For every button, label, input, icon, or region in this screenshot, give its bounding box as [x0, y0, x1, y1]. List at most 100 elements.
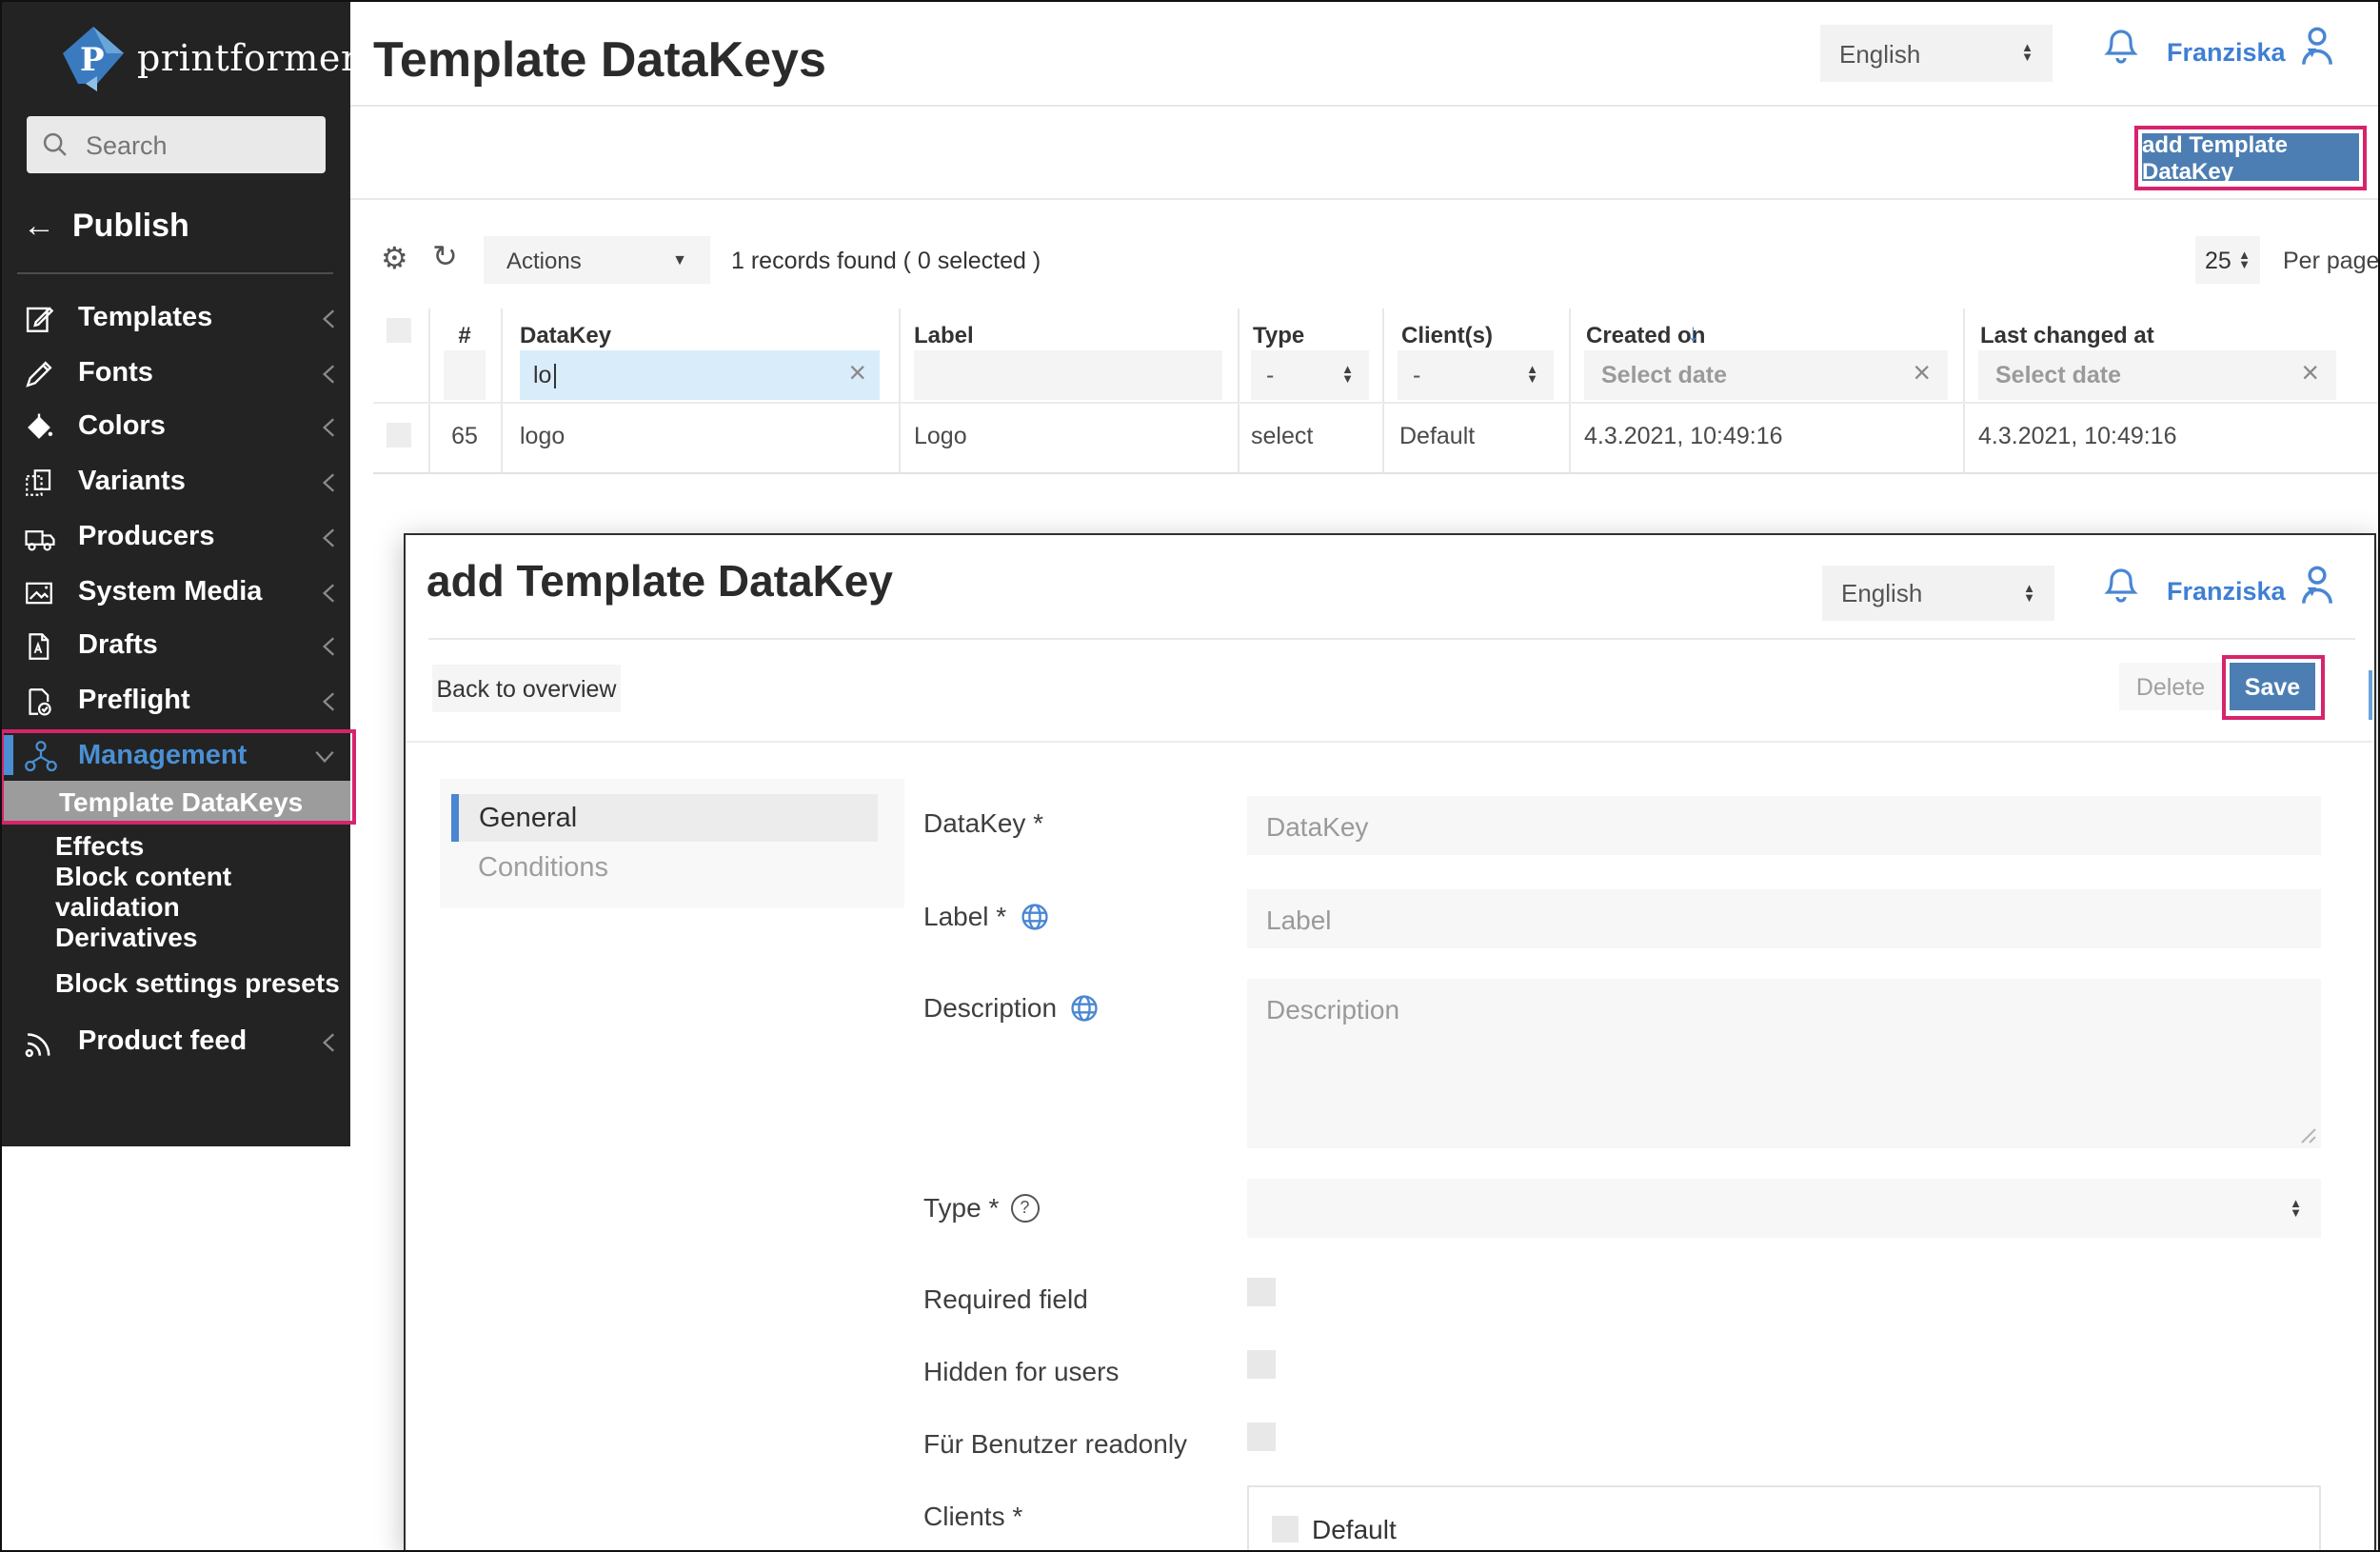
back-to-publish[interactable]: ← Publish — [23, 204, 189, 249]
sidebar-item-block-settings-presets[interactable]: Block settings presets — [55, 962, 340, 1004]
sidebar-subitem-label: Template DataKeys — [59, 781, 303, 823]
variants-icon — [23, 466, 78, 498]
clients-field-label: Clients * — [923, 1501, 1022, 1531]
required-checkbox[interactable] — [1247, 1278, 1276, 1306]
sidebar-item-fonts[interactable]: Fonts — [23, 350, 335, 396]
sidebar-divider — [17, 272, 333, 274]
printformer-logo-icon: P — [61, 25, 126, 93]
sidebar-item-variants[interactable]: Variants — [23, 459, 335, 505]
type-select[interactable]: ▲▼ — [1247, 1179, 2321, 1238]
row-checkbox[interactable] — [387, 423, 411, 448]
filter-num-input[interactable] — [444, 350, 486, 400]
sidebar-item-derivatives[interactable]: Derivatives — [55, 916, 197, 958]
language-value: English — [1839, 39, 1920, 68]
input-placeholder: DataKey — [1266, 810, 1368, 841]
row-divider — [373, 472, 2378, 474]
input-placeholder: Label — [1266, 904, 1332, 934]
sidebar-search[interactable] — [27, 116, 326, 173]
tab-conditions[interactable]: Conditions — [478, 853, 608, 884]
datakey-input[interactable]: DataKey — [1247, 796, 2321, 855]
search-input[interactable] — [82, 129, 299, 161]
search-icon — [42, 131, 69, 158]
sidebar-item-colors[interactable]: Colors — [23, 404, 335, 449]
chevron-left-icon — [322, 690, 335, 711]
filter-type-select[interactable]: - ▲▼ — [1251, 350, 1369, 400]
text-cursor — [553, 363, 555, 388]
logo[interactable]: P printformer — [61, 23, 359, 95]
sidebar-item-producers[interactable]: Producers — [23, 514, 335, 560]
back-to-overview-button[interactable]: Back to overview — [432, 665, 621, 712]
modal-notifications-bell-icon[interactable] — [2102, 566, 2140, 619]
records-found-text: 1 records found ( 0 selected ) — [731, 248, 1041, 274]
user-avatar-icon[interactable] — [2296, 23, 2338, 78]
chevron-left-icon — [322, 363, 335, 384]
help-icon[interactable]: ? — [1010, 1193, 1039, 1222]
client-default-checkbox[interactable] — [1272, 1516, 1299, 1542]
label-input[interactable]: Label — [1247, 889, 2321, 948]
filter-changed-date[interactable]: Select date × — [1978, 350, 2336, 400]
language-select[interactable]: English ▲▼ — [1820, 25, 2053, 82]
sidebar-item-label: Colors — [78, 411, 166, 442]
sidebar-item-label: Variants — [78, 467, 186, 497]
active-tab-bar — [451, 794, 458, 842]
readonly-field-label: Für Benutzer readonly — [923, 1428, 1187, 1459]
modal-user-avatar-icon[interactable] — [2296, 562, 2338, 617]
sidebar-item-system-media[interactable]: System Media — [23, 569, 335, 615]
readonly-checkbox[interactable] — [1247, 1423, 1276, 1451]
filter-datakey-input[interactable]: lo × — [520, 350, 880, 400]
section-divider — [350, 198, 2378, 200]
filter-clients-select[interactable]: - ▲▼ — [1398, 350, 1554, 400]
delete-button[interactable]: Delete — [2119, 663, 2222, 710]
add-template-datakey-button[interactable]: add Template DataKey — [2142, 133, 2359, 181]
sidebar-item-product-feed[interactable]: Product feed — [23, 1019, 335, 1065]
actions-dropdown[interactable]: Actions ▼ — [484, 236, 710, 284]
notifications-bell-icon[interactable] — [2102, 27, 2140, 80]
filter-label-input[interactable] — [914, 350, 1222, 400]
globe-icon — [1070, 993, 1099, 1022]
publish-label: Publish — [72, 208, 189, 246]
per-page-select[interactable]: 25 ▲▼ — [2195, 236, 2260, 284]
sort-down-icon[interactable]: ↓ — [1687, 318, 1699, 347]
clear-filter-icon[interactable]: × — [848, 362, 866, 388]
clear-filter-icon[interactable]: × — [1913, 362, 1931, 388]
label-field-label: Label * — [923, 901, 1048, 931]
cell-datakey: logo — [520, 411, 565, 461]
clients-group: Default — [1247, 1485, 2321, 1552]
scrollbar-thumb[interactable] — [2369, 670, 2372, 720]
refresh-icon[interactable]: ↻ — [432, 240, 458, 278]
hidden-checkbox[interactable] — [1247, 1350, 1276, 1379]
tab-general[interactable]: General — [451, 794, 878, 842]
select-arrows-icon: ▲▼ — [1341, 366, 1354, 385]
per-page-value: 25 — [2205, 247, 2231, 273]
clear-filter-icon[interactable]: × — [2301, 362, 2319, 388]
svg-text:P: P — [80, 41, 105, 79]
actions-caret-down-icon: ▼ — [672, 251, 687, 269]
sidebar-subitem-label: Block settings presets — [55, 967, 340, 998]
save-button[interactable]: Save — [2230, 663, 2315, 710]
required-field-label: Required field — [923, 1283, 1088, 1314]
description-field-label: Description — [923, 992, 1099, 1023]
back-arrow-icon: ← — [23, 208, 55, 246]
sidebar-item-templates[interactable]: Templates — [23, 295, 335, 341]
filter-created-date[interactable]: Select date × — [1584, 350, 1948, 400]
col-header-clients: Client(s) — [1401, 322, 1493, 348]
select-arrows-icon: ▲▼ — [2023, 584, 2035, 603]
select-all-checkbox[interactable] — [387, 318, 411, 343]
chevron-left-icon — [322, 582, 335, 603]
sidebar-item-management[interactable]: Management — [23, 733, 335, 779]
input-placeholder: Description — [1266, 994, 1399, 1025]
add-datakey-modal: add Template DataKey English ▲▼ Franzisk… — [404, 533, 2376, 1552]
resize-handle-icon[interactable] — [2298, 1125, 2317, 1144]
description-textarea[interactable]: Description — [1247, 979, 2321, 1148]
per-page-label: Per page — [2283, 248, 2379, 274]
sidebar-item-preflight[interactable]: Preflight — [23, 678, 335, 724]
modal-language-select[interactable]: English ▲▼ — [1822, 566, 2054, 621]
modal-toolbar-divider — [406, 741, 2372, 743]
page-title: Template DataKeys — [373, 30, 826, 90]
sidebar-item-block-content-validation[interactable]: Block content validation — [55, 870, 350, 912]
sidebar-item-template-datakeys-active[interactable]: Template DataKeys — [4, 781, 350, 823]
sidebar-item-drafts[interactable]: Drafts — [23, 623, 335, 668]
producers-truck-icon — [23, 521, 78, 553]
filter-type-value: - — [1266, 362, 1274, 388]
table-settings-gear-icon[interactable]: ⚙ — [381, 242, 408, 280]
